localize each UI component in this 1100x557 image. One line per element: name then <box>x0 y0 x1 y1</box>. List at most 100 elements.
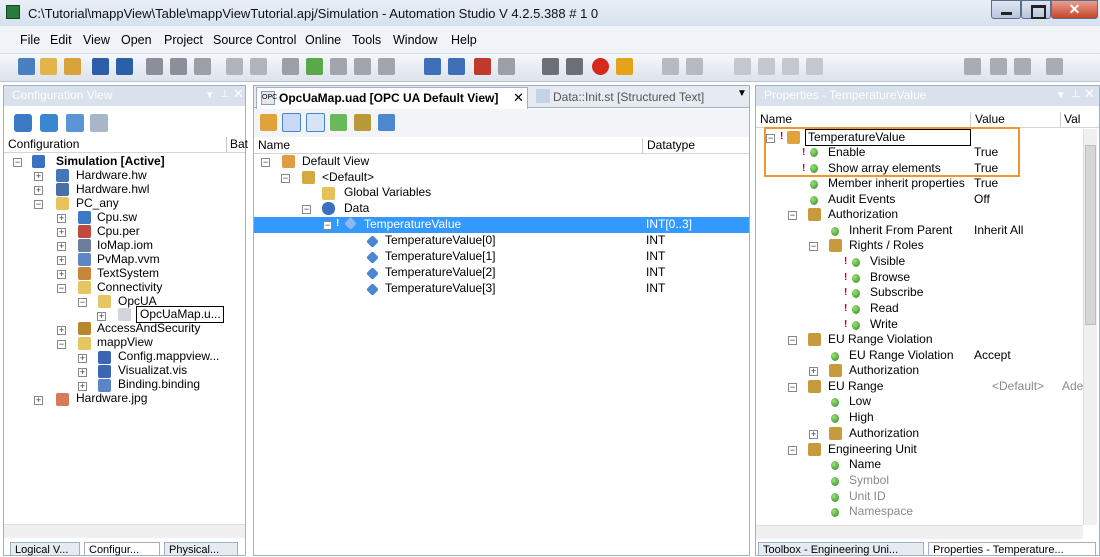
expand-icon[interactable]: + <box>57 242 66 251</box>
menu-online[interactable]: Online <box>305 33 341 47</box>
document-icon[interactable] <box>354 58 371 75</box>
menu-source-control[interactable]: Source Control <box>213 33 296 47</box>
prop-member-inherit-value[interactable]: True <box>974 176 998 191</box>
prop-engineering-unit[interactable]: Engineering Unit <box>828 442 917 457</box>
prop-visible[interactable]: Visible <box>870 254 905 269</box>
prop-inherit-value[interactable]: Inherit All <box>974 223 1023 238</box>
warning-icon[interactable] <box>616 58 633 75</box>
find-icon[interactable] <box>964 58 981 75</box>
expand-icon[interactable]: + <box>78 382 87 391</box>
prop-eu-symbol[interactable]: Symbol <box>849 473 889 488</box>
tab-physical-view[interactable]: Physical... <box>164 542 238 556</box>
menu-window[interactable]: Window <box>393 33 437 47</box>
tab-data-init[interactable]: Data::Init.st [Structured Text] <box>553 90 704 104</box>
scroll-thumb[interactable] <box>1085 145 1096 325</box>
tree-item-iomap[interactable]: IoMap.iom <box>97 238 153 253</box>
collapse-icon[interactable]: − <box>809 242 818 251</box>
expand-icon[interactable]: + <box>34 186 43 195</box>
prop-subscribe[interactable]: Subscribe <box>870 285 923 300</box>
collapse-icon[interactable]: − <box>788 336 797 345</box>
prop-audit-events[interactable]: Audit Events <box>828 192 895 207</box>
row-temperaturevalue-2[interactable]: TemperatureValue[2] <box>385 265 496 280</box>
collapse-icon[interactable]: − <box>57 284 66 293</box>
tab-logical-view[interactable]: Logical V... <box>10 542 80 556</box>
save-all-icon[interactable] <box>116 58 133 75</box>
expand-icon[interactable]: + <box>57 256 66 265</box>
monitor-icon[interactable] <box>542 58 559 75</box>
stop-build-icon[interactable] <box>498 58 515 75</box>
tools-icon[interactable] <box>378 58 395 75</box>
redo-icon[interactable] <box>250 58 267 75</box>
undo-icon[interactable] <box>226 58 243 75</box>
row-default-view[interactable]: Default View <box>302 154 369 169</box>
tree-item-cpu-sw[interactable]: Cpu.sw <box>97 210 137 225</box>
opc-add-icon[interactable] <box>260 114 277 131</box>
tree-item-visualizat[interactable]: Visualizat.vis <box>118 363 187 378</box>
col-prop-val2[interactable]: Val <box>1060 112 1080 127</box>
col-prop-value[interactable]: Value <box>970 112 1005 127</box>
expand-icon[interactable]: + <box>57 326 66 335</box>
collapse-icon[interactable]: − <box>78 298 87 307</box>
expand-icon[interactable]: + <box>34 396 43 405</box>
prop-low[interactable]: Low <box>849 394 871 409</box>
prop-read[interactable]: Read <box>870 301 899 316</box>
collapse-icon[interactable]: − <box>281 174 290 183</box>
prop-browse[interactable]: Browse <box>870 270 910 285</box>
toggle-icon[interactable] <box>734 58 751 75</box>
col-datatype[interactable]: Datatype <box>642 138 749 153</box>
build-icon[interactable] <box>424 58 441 75</box>
properties-icon[interactable] <box>330 58 347 75</box>
horizontal-scrollbar[interactable] <box>756 525 1083 539</box>
col-prop-name[interactable]: Name <box>760 112 792 126</box>
menu-help[interactable]: Help <box>451 33 477 47</box>
tree-item-binding[interactable]: Binding.binding <box>118 377 200 392</box>
row-global-variables[interactable]: Global Variables <box>344 185 431 200</box>
horizontal-scrollbar[interactable] <box>4 524 245 538</box>
uncomment-icon[interactable] <box>806 58 823 75</box>
folder-icon[interactable] <box>64 58 81 75</box>
close-panel-icon[interactable]: ✕ <box>233 86 244 102</box>
expand-icon[interactable]: + <box>57 214 66 223</box>
prop-authorization-3[interactable]: Authorization <box>849 426 919 441</box>
row-temperaturevalue-1[interactable]: TemperatureValue[1] <box>385 249 496 264</box>
view-icon[interactable] <box>1046 58 1063 75</box>
new-icon[interactable] <box>18 58 35 75</box>
tree-item-hardware-jpg[interactable]: Hardware.jpg <box>76 391 147 406</box>
prop-inherit-from-parent[interactable]: Inherit From Parent <box>849 223 952 238</box>
tab-opcuamap[interactable]: OPC OpcUaMap.uad [OPC UA Default View] ✕ <box>256 87 528 109</box>
prop-eu-range-violation-value[interactable]: Accept <box>974 348 1011 363</box>
refresh-icon[interactable] <box>306 58 323 75</box>
menu-open[interactable]: Open <box>121 33 152 47</box>
wand-icon[interactable] <box>354 114 371 131</box>
tree-item-simulation[interactable]: Simulation [Active] <box>56 154 165 169</box>
debug-icon[interactable] <box>662 58 679 75</box>
col-configuration[interactable]: Configuration <box>8 137 79 151</box>
collapse-icon[interactable]: − <box>788 383 797 392</box>
expand-icon[interactable]: + <box>97 312 106 321</box>
list-tool-icon[interactable] <box>90 114 108 132</box>
tree-item-cpu-per[interactable]: Cpu.per <box>97 224 140 239</box>
config-tool-icon[interactable] <box>14 114 32 132</box>
tab-configuration-view[interactable]: Configur... <box>84 542 160 556</box>
table-tool-icon[interactable] <box>66 114 84 132</box>
col-name[interactable]: Name <box>258 138 290 152</box>
prop-eu-range-violation[interactable]: EU Range Violation <box>849 348 954 363</box>
collapse-icon[interactable]: − <box>13 158 22 167</box>
collapse-icon[interactable]: − <box>788 446 797 455</box>
tree-item-pc-any[interactable]: PC_any <box>76 196 119 211</box>
tree-item-pvmap[interactable]: PvMap.vvm <box>97 252 160 267</box>
collapse-icon[interactable]: − <box>34 200 43 209</box>
prop-authorization[interactable]: Authorization <box>828 207 898 222</box>
maximize-button[interactable] <box>1021 0 1051 19</box>
col-bat[interactable]: Bat <box>226 137 248 152</box>
prop-eu-range[interactable]: EU Range <box>828 379 883 394</box>
prop-eu-unit-id[interactable]: Unit ID <box>849 489 886 504</box>
bookmark-icon[interactable] <box>758 58 775 75</box>
row-temperaturevalue-0[interactable]: TemperatureValue[0] <box>385 233 496 248</box>
tab-toolbox[interactable]: Toolbox - Engineering Uni... <box>758 542 924 556</box>
vertical-scrollbar[interactable] <box>1083 129 1097 525</box>
collapse-icon[interactable]: − <box>323 221 332 230</box>
prop-eu-range-value[interactable]: <Default> <box>992 379 1044 394</box>
menu-edit[interactable]: Edit <box>50 33 72 47</box>
tab-list-icon[interactable]: ▼ <box>737 88 747 99</box>
